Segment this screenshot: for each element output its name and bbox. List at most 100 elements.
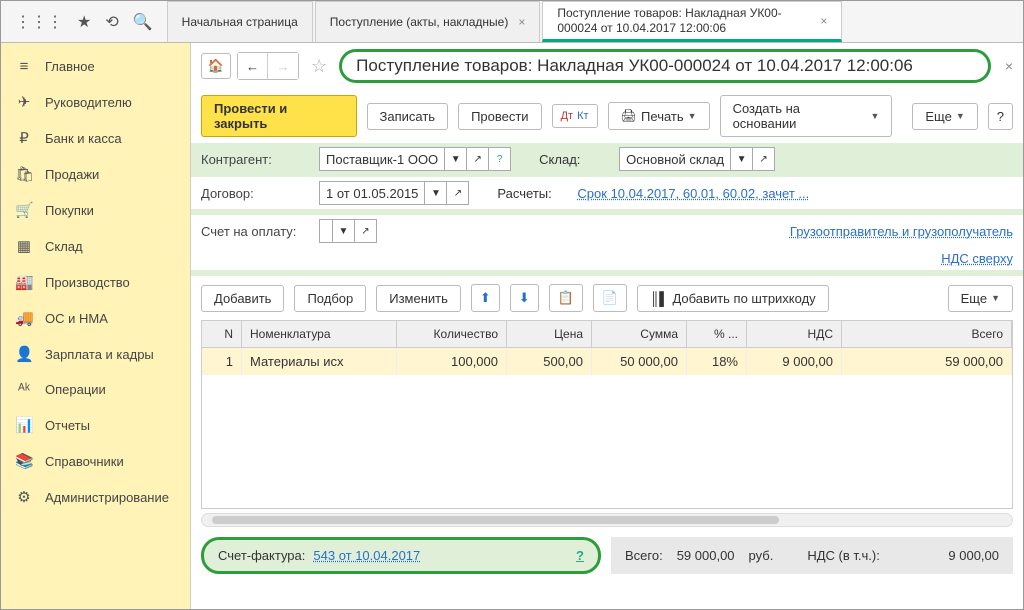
col-sum[interactable]: Сумма <box>592 321 687 347</box>
cell-n: 1 <box>202 348 242 375</box>
sidebar-label: ОС и НМА <box>45 311 108 326</box>
contract-label: Договор: <box>201 186 311 201</box>
move-up-button[interactable]: ⬆ <box>471 284 500 312</box>
col-tot[interactable]: Всего <box>842 321 1012 347</box>
cell-tot: 59 000,00 <box>842 348 1012 375</box>
post-button[interactable]: Провести <box>458 103 542 130</box>
sidebar-label: Справочники <box>45 454 124 469</box>
help-button[interactable]: ? <box>988 103 1013 130</box>
cart-icon: 🛒 <box>15 201 33 219</box>
sidebar-item-assets[interactable]: 🚚ОС и НМА <box>1 300 190 336</box>
sidebar-item-purchases[interactable]: 🛒Покупки <box>1 192 190 228</box>
sidebar-item-bank[interactable]: ₽Банк и касса <box>1 120 190 156</box>
barcode-button[interactable]: ║▌Добавить по штрихкоду <box>637 285 829 312</box>
col-price[interactable]: Цена <box>507 321 592 347</box>
back-button[interactable]: ← <box>238 53 268 79</box>
counterparty-input[interactable]: Поставщик-1 ООО <box>319 147 445 171</box>
col-n[interactable]: N <box>202 321 242 347</box>
cell-sum: 50 000,00 <box>592 348 687 375</box>
sidebar-item-operations[interactable]: ᴬᵏОперации <box>1 372 190 407</box>
more-button[interactable]: Еще ▼ <box>912 103 977 130</box>
sidebar: ≡Главное ✈ Руководителю ₽Банк и касса 🛍Пр… <box>1 43 191 609</box>
favorite-icon[interactable]: ☆ <box>311 56 327 77</box>
sidebar-label: Склад <box>45 239 83 254</box>
sidebar-item-sales[interactable]: 🛍Продажи <box>1 156 190 192</box>
person-icon: 👤 <box>15 345 33 363</box>
sidebar-item-admin[interactable]: ⚙Администрирование <box>1 479 190 515</box>
table-row[interactable]: 1 Материалы исх 100,000 500,00 50 000,00… <box>202 348 1012 375</box>
open-icon[interactable]: ↗ <box>753 147 775 171</box>
paste-button[interactable]: 📄 <box>593 284 627 312</box>
warehouse-input[interactable]: Основной склад <box>619 147 731 171</box>
close-icon[interactable]: × <box>820 14 827 28</box>
edit-button[interactable]: Изменить <box>376 285 461 312</box>
plane-icon: ✈ <box>15 93 33 111</box>
dt-kt-button[interactable]: ДтКт <box>552 104 598 128</box>
dropdown-icon[interactable]: ▼ <box>333 219 355 243</box>
dropdown-icon[interactable]: ▼ <box>731 147 753 171</box>
contract-input[interactable]: 1 от 01.05.2015 <box>319 181 425 205</box>
home-button[interactable]: 🏠 <box>201 53 231 79</box>
sidebar-item-main[interactable]: ≡Главное <box>1 49 190 84</box>
cell-pct: 18% <box>687 348 747 375</box>
create-based-button[interactable]: Создать на основании ▼ <box>720 95 893 137</box>
horizontal-scrollbar[interactable] <box>201 513 1013 527</box>
print-button[interactable]: 🖨 Печать ▼ <box>608 102 710 130</box>
col-nom[interactable]: Номенклатура <box>242 321 397 347</box>
open-icon[interactable]: ↗ <box>355 219 377 243</box>
invoice-link[interactable]: 543 от 10.04.2017 <box>313 548 420 563</box>
calc-label: Расчеты: <box>497 186 567 201</box>
invoice-label: Счет-фактура: <box>218 548 305 563</box>
tab-current[interactable]: Поступление товаров: Накладная УК00-0000… <box>542 1 842 42</box>
apps-icon[interactable]: ⋮⋮⋮ <box>15 12 63 32</box>
nds-link[interactable]: НДС сверху <box>941 251 1013 266</box>
tab-home[interactable]: Начальная страница <box>167 1 313 42</box>
sidebar-item-manager[interactable]: ✈ Руководителю <box>1 84 190 120</box>
forward-button[interactable]: → <box>268 53 298 79</box>
sidebar-item-reports[interactable]: 📊Отчеты <box>1 407 190 443</box>
search-icon[interactable]: 🔍 <box>133 12 153 32</box>
open-icon[interactable]: ↗ <box>467 147 489 171</box>
tab-label: Поступление (акты, накладные) <box>330 15 509 29</box>
table-more-button[interactable]: Еще ▼ <box>948 285 1013 312</box>
close-icon[interactable]: × <box>518 15 525 29</box>
col-nds[interactable]: НДС <box>747 321 842 347</box>
invoice-help[interactable]: ? <box>576 548 584 563</box>
close-icon[interactable]: × <box>1005 58 1013 74</box>
dropdown-icon[interactable]: ▼ <box>425 181 447 205</box>
copy-button[interactable]: 📋 <box>549 284 583 312</box>
history-icon[interactable]: ⟲ <box>105 12 118 32</box>
bag-icon: 🛍 <box>15 165 33 183</box>
nds-label: НДС (в т.ч.): <box>807 548 880 563</box>
invoice-order-input[interactable] <box>319 219 333 243</box>
sidebar-label: Администрирование <box>45 490 169 505</box>
sidebar-item-refs[interactable]: 📚Справочники <box>1 443 190 479</box>
check-icon[interactable]: ? <box>489 147 511 171</box>
dropdown-icon[interactable]: ▼ <box>445 147 467 171</box>
sidebar-label: Операции <box>45 382 106 397</box>
save-button[interactable]: Записать <box>367 103 449 130</box>
grid-icon: ▦ <box>15 237 33 255</box>
sidebar-label: Зарплата и кадры <box>45 347 154 362</box>
tab-label: Поступление товаров: Накладная УК00-0000… <box>557 6 810 35</box>
star-icon[interactable]: ★ <box>77 12 91 32</box>
sidebar-item-production[interactable]: 🏭Производство <box>1 264 190 300</box>
tab-receipts[interactable]: Поступление (акты, накладные) × <box>315 1 541 42</box>
add-button[interactable]: Добавить <box>201 285 284 312</box>
post-and-close-button[interactable]: Провести и закрыть <box>201 95 357 137</box>
open-icon[interactable]: ↗ <box>447 181 469 205</box>
shipper-link[interactable]: Грузоотправитель и грузополучатель <box>790 224 1013 239</box>
totals-bar: Всего: 59 000,00 руб. НДС (в т.ч.): 9 00… <box>611 537 1013 574</box>
sidebar-label: Банк и касса <box>45 131 122 146</box>
calc-link[interactable]: Срок 10.04.2017, 60.01, 60.02, зачет ... <box>577 186 809 201</box>
based-label: Создать на основании <box>733 101 867 131</box>
factory-icon: 🏭 <box>15 273 33 291</box>
col-qty[interactable]: Количество <box>397 321 507 347</box>
sidebar-label: Руководителю <box>45 95 132 110</box>
sidebar-item-salary[interactable]: 👤 Зарплата и кадры <box>1 336 190 372</box>
sidebar-item-warehouse[interactable]: ▦ Склад <box>1 228 190 264</box>
items-table: N Номенклатура Количество Цена Сумма % .… <box>201 320 1013 509</box>
col-pct[interactable]: % ... <box>687 321 747 347</box>
pick-button[interactable]: Подбор <box>294 285 366 312</box>
move-down-button[interactable]: ⬇ <box>510 284 539 312</box>
